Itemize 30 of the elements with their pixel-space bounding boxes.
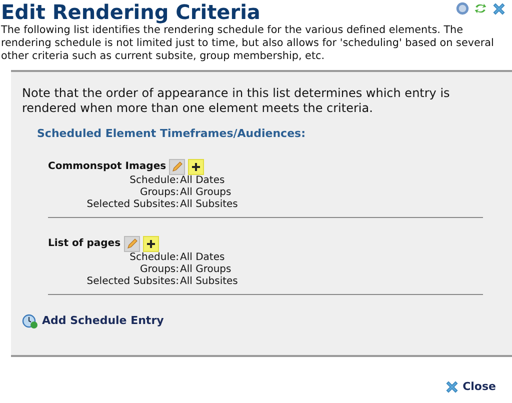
close-x-icon [444, 380, 459, 394]
field-label: Schedule: [128, 252, 179, 264]
add-schedule-entry-link[interactable]: Add Schedule Entry [22, 312, 164, 329]
field-label: Groups: [138, 264, 179, 276]
field-value: All Subsites [180, 198, 239, 210]
entry-name: Commonspot Images [48, 160, 166, 174]
description-text: The following list identifies the rendering schedule for the various defined elements. The rendering schedule is not limited just to time, but also allows for 'scheduling' based on several other criteria such as current subsite, group membership, etc. [0, 24, 495, 63]
add-button[interactable] [142, 236, 159, 252]
field-value: All Groups [180, 264, 232, 276]
dialog-title: Edit Rendering Criteria [1, 0, 260, 24]
section-heading: Scheduled Element Timeframes/Audiences: [37, 126, 306, 142]
pencil-icon [171, 160, 184, 172]
field-value: All Subsites [180, 276, 239, 288]
clock-add-icon [22, 312, 38, 329]
close-button[interactable]: Close [444, 379, 496, 396]
plus-icon [192, 162, 200, 170]
entry-name: List of pages [48, 237, 121, 251]
add-button[interactable] [188, 158, 204, 174]
close-icon[interactable] [492, 2, 506, 16]
field-value: All Dates [180, 174, 226, 186]
pencil-icon [126, 238, 138, 250]
field-label: Groups: [138, 186, 179, 198]
field-label: Selected Subsites: [86, 198, 179, 210]
field-label: Schedule: [128, 174, 179, 186]
refresh-icon[interactable] [474, 2, 487, 15]
plus-icon [146, 240, 155, 248]
note-text: Note that the order of appearance in this list determines which entry is rendered when more than one element meets the criteria. [22, 86, 451, 116]
field-value: All Dates [180, 252, 226, 264]
field-label: Selected Subsites: [86, 276, 179, 288]
field-value: All Groups [180, 186, 232, 198]
